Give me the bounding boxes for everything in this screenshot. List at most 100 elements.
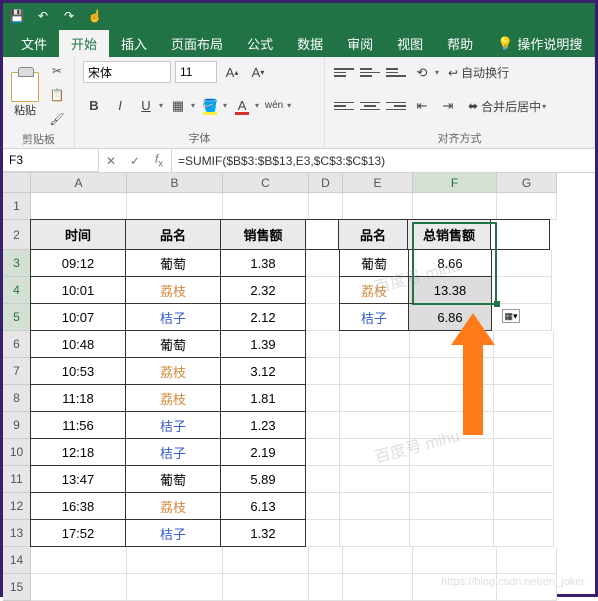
fill-handle[interactable]	[494, 301, 500, 307]
cell-sales[interactable]: 2.12	[220, 303, 306, 331]
cell[interactable]	[340, 331, 410, 358]
cell[interactable]	[306, 277, 340, 304]
autofill-options-button[interactable]: ▦▾	[502, 309, 520, 323]
formula-bar[interactable]: =SUMIF($B$3:$B$13,E3,$C$3:$C$13)	[172, 154, 595, 168]
cell-time[interactable]: 17:52	[30, 519, 126, 547]
enter-formula-button[interactable]: ✓	[123, 149, 147, 172]
cell[interactable]	[309, 547, 343, 574]
cell-name[interactable]: 桔子	[125, 303, 221, 331]
align-bottom-button[interactable]	[385, 62, 407, 84]
cell[interactable]	[306, 250, 340, 277]
row-header[interactable]: 1	[3, 193, 31, 220]
font-size-select[interactable]	[175, 61, 217, 83]
tab-formulas[interactable]: 公式	[235, 30, 285, 57]
cell-time[interactable]: 10:53	[30, 357, 126, 385]
cell[interactable]	[494, 493, 554, 520]
cell[interactable]	[410, 493, 494, 520]
cell-name[interactable]: 葡萄	[125, 330, 221, 358]
tab-data[interactable]: 数据	[285, 30, 335, 57]
cell-name[interactable]: 荔枝	[125, 384, 221, 412]
name-box[interactable]: F3	[3, 149, 99, 172]
cell[interactable]	[494, 520, 554, 547]
cell[interactable]	[127, 193, 223, 220]
select-all-corner[interactable]	[3, 173, 31, 193]
underline-button[interactable]: U	[135, 95, 157, 117]
cell[interactable]	[340, 493, 410, 520]
merge-center-button[interactable]: ⬌合并后居中▾	[463, 95, 551, 118]
cell-sum-value[interactable]: 13.38	[408, 276, 492, 304]
fx-button[interactable]: fx	[147, 149, 171, 172]
cell-time[interactable]: 10:48	[30, 330, 126, 358]
cell[interactable]	[340, 412, 410, 439]
cell[interactable]	[343, 193, 413, 220]
cell-time[interactable]: 10:07	[30, 303, 126, 331]
row-header[interactable]: 11	[3, 466, 31, 493]
cell-time[interactable]: 12:18	[30, 438, 126, 466]
col-header-C[interactable]: C	[223, 173, 309, 193]
tab-tell-me[interactable]: 💡操作说明搜	[485, 30, 594, 57]
row-header[interactable]: 7	[3, 358, 31, 385]
cell-sales[interactable]: 2.32	[220, 276, 306, 304]
cell-sales[interactable]: 1.32	[220, 519, 306, 547]
cell[interactable]	[306, 385, 340, 412]
cell-time[interactable]: 11:56	[30, 411, 126, 439]
cell[interactable]	[306, 358, 340, 385]
col-header-A[interactable]: A	[31, 173, 127, 193]
cell[interactable]	[413, 193, 497, 220]
cell[interactable]	[306, 439, 340, 466]
cell[interactable]	[494, 439, 554, 466]
cell-sum-value[interactable]: 8.66	[408, 249, 492, 277]
cell[interactable]	[413, 547, 497, 574]
cell[interactable]	[497, 547, 557, 574]
cell-name[interactable]: 荔枝	[125, 357, 221, 385]
fill-color-button[interactable]: 🪣	[199, 95, 221, 117]
cell[interactable]	[340, 358, 410, 385]
cell-sales[interactable]: 2.19	[220, 438, 306, 466]
decrease-indent-button[interactable]: ⇤	[411, 95, 433, 117]
cell[interactable]	[492, 304, 552, 331]
tab-home[interactable]: 开始	[59, 30, 109, 57]
cell-sales[interactable]: 5.89	[220, 465, 306, 493]
row-header[interactable]: 12	[3, 493, 31, 520]
cell-sales[interactable]: 1.38	[220, 249, 306, 277]
orientation-button[interactable]: ⟲	[411, 62, 433, 84]
cell[interactable]	[340, 385, 410, 412]
cell[interactable]	[497, 193, 557, 220]
cell[interactable]	[31, 193, 127, 220]
align-top-button[interactable]	[333, 62, 355, 84]
cell[interactable]	[410, 439, 494, 466]
cell[interactable]	[306, 412, 340, 439]
row-header[interactable]: 3	[3, 250, 31, 277]
tab-review[interactable]: 审阅	[335, 30, 385, 57]
cell[interactable]	[343, 547, 413, 574]
bold-button[interactable]: B	[83, 95, 105, 117]
tab-file[interactable]: 文件	[9, 30, 59, 57]
cell[interactable]	[492, 277, 552, 304]
cell[interactable]	[306, 304, 340, 331]
cell[interactable]	[410, 466, 494, 493]
cell[interactable]	[340, 439, 410, 466]
cell[interactable]	[490, 219, 550, 250]
row-header[interactable]: 8	[3, 385, 31, 412]
cut-button[interactable]: ✂	[47, 61, 67, 81]
row-header[interactable]: 9	[3, 412, 31, 439]
header-name-sum[interactable]: 品名	[338, 219, 408, 250]
cell[interactable]	[31, 547, 127, 574]
cell-sales[interactable]: 3.12	[220, 357, 306, 385]
cell-name[interactable]: 桔子	[125, 411, 221, 439]
cell-sales[interactable]: 1.23	[220, 411, 306, 439]
cell-sales[interactable]: 1.39	[220, 330, 306, 358]
cell-name[interactable]: 桔子	[125, 438, 221, 466]
cell[interactable]	[340, 520, 410, 547]
cell[interactable]	[306, 493, 340, 520]
cell[interactable]	[306, 466, 340, 493]
cell[interactable]	[492, 250, 552, 277]
header-time[interactable]: 时间	[30, 219, 126, 250]
row-header[interactable]: 10	[3, 439, 31, 466]
cell[interactable]	[494, 466, 554, 493]
cell-sum-name[interactable]: 桔子	[339, 303, 409, 331]
cell-sales[interactable]: 1.81	[220, 384, 306, 412]
cell[interactable]	[127, 547, 223, 574]
cell-time[interactable]: 10:01	[30, 276, 126, 304]
col-header-E[interactable]: E	[343, 173, 413, 193]
